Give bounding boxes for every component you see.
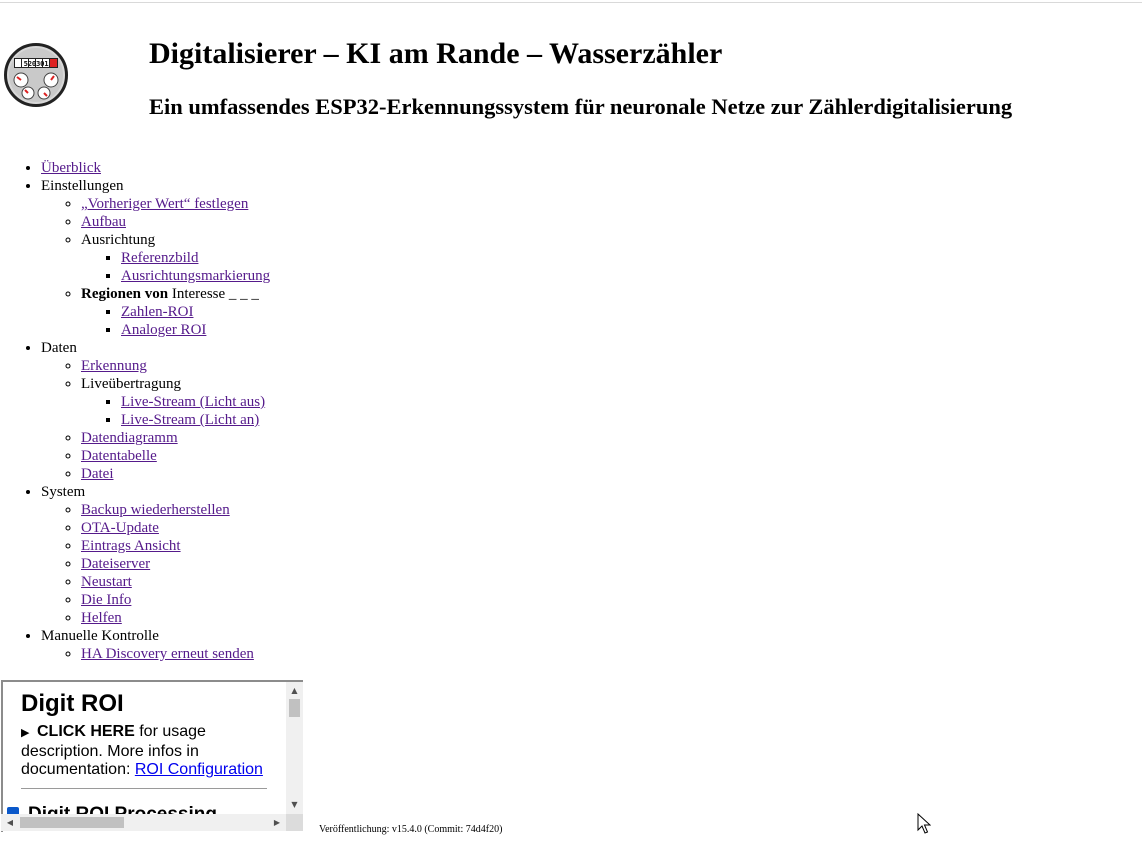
mouse-cursor-icon: [917, 813, 931, 834]
menu-item-overview: Überblick: [41, 159, 270, 177]
file-server-link[interactable]: Dateiserver: [81, 556, 150, 572]
analog-roi-link[interactable]: Analoger ROI: [121, 322, 206, 338]
horizontal-scrollbar[interactable]: ◀ ▶: [1, 814, 286, 831]
ha-discovery-link[interactable]: HA Discovery erneut senden: [81, 646, 254, 662]
manual-control-label: Manuelle Kontrolle: [41, 628, 159, 644]
page-subtitle: Ein umfassendes ESP32-Erkennungssystem f…: [149, 94, 1013, 119]
release-info: Veröffentlichung: v15.4.0 (Commit: 74d4f…: [319, 824, 503, 835]
click-here-label[interactable]: CLICK HERE: [37, 723, 135, 740]
setup-link[interactable]: Aufbau: [81, 214, 126, 230]
scroll-down-icon[interactable]: ▼: [286, 798, 303, 812]
page-title: Digitalisierer – KI am Rande – Wasserzäh…: [149, 37, 723, 70]
data-chart-link[interactable]: Datendiagramm: [81, 430, 178, 446]
ota-update-link[interactable]: OTA-Update: [81, 520, 159, 536]
divider: [21, 787, 267, 789]
alignment-label: Ausrichtung: [81, 232, 156, 248]
menu-item-manual: Manuelle Kontrolle HA Discovery erneut s…: [41, 627, 270, 663]
data-table-link[interactable]: Datentabelle: [81, 448, 157, 464]
live-stream-off-link[interactable]: Live-Stream (Licht aus): [121, 394, 265, 410]
main-menu: Überblick Einstellungen „Vorheriger Wert…: [0, 159, 270, 663]
reboot-link[interactable]: Neustart: [81, 574, 132, 590]
disclosure-triangle-icon[interactable]: ▶: [21, 724, 37, 743]
recognition-link[interactable]: Erkennung: [81, 358, 147, 374]
prev-value-link[interactable]: „Vorheriger Wert“ festlegen: [81, 196, 248, 212]
logo-digits: 520301: [24, 59, 49, 68]
frame-heading: Digit ROI: [21, 690, 124, 717]
roi-label-bold: Regionen von: [81, 286, 169, 302]
system-label: System: [41, 484, 86, 500]
log-view-link[interactable]: Eintrags Ansicht: [81, 538, 181, 554]
scroll-right-icon[interactable]: ▶: [270, 814, 284, 831]
roi-configuration-link[interactable]: ROI Configuration: [135, 761, 263, 778]
live-stream-on-link[interactable]: Live-Stream (Licht an): [121, 412, 259, 428]
vertical-scroll-thumb[interactable]: [289, 699, 300, 717]
water-meter-logo: 520301: [4, 43, 68, 107]
settings-label: Einstellungen: [41, 178, 124, 194]
menu-item-data: Daten Erkennung Liveübertragung Live-Str…: [41, 339, 270, 483]
top-border: [0, 2, 1142, 3]
vertical-scrollbar[interactable]: ▲ ▼: [286, 682, 303, 814]
scrollbar-corner: [286, 814, 303, 831]
help-link[interactable]: Helfen: [81, 610, 122, 626]
data-file-link[interactable]: Datei: [81, 466, 113, 482]
horizontal-scroll-thumb[interactable]: [20, 817, 124, 828]
live-label: Liveübertragung: [81, 376, 181, 392]
backup-link[interactable]: Backup wiederherstellen: [81, 502, 230, 518]
data-label: Daten: [41, 340, 77, 356]
scroll-left-icon[interactable]: ◀: [3, 814, 17, 831]
menu-item-settings: Einstellungen „Vorheriger Wert“ festlege…: [41, 177, 270, 339]
digit-roi-link[interactable]: Zahlen-ROI: [121, 304, 193, 320]
info-link[interactable]: Die Info: [81, 592, 131, 608]
reference-image-link[interactable]: Referenzbild: [121, 250, 198, 266]
usage-description[interactable]: ▶ CLICK HERE for usage description. More …: [21, 723, 267, 780]
scroll-up-icon[interactable]: ▲: [286, 684, 303, 698]
overview-link[interactable]: Überblick: [41, 160, 101, 176]
alignment-marker-link[interactable]: Ausrichtungsmarkierung: [121, 268, 270, 284]
content-iframe[interactable]: Digit ROI ▶ CLICK HERE for usage descript…: [1, 680, 303, 832]
menu-item-system: System Backup wiederherstellen OTA-Updat…: [41, 483, 270, 627]
roi-label-rest: Interesse _ _ _: [168, 286, 259, 302]
